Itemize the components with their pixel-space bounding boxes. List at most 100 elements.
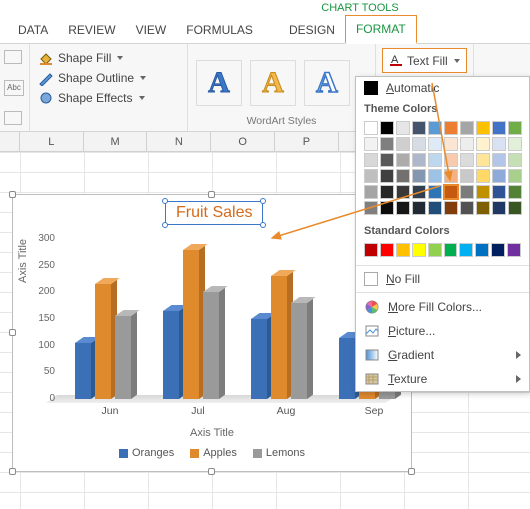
color-swatch[interactable] — [460, 185, 474, 199]
bar[interactable] — [95, 284, 111, 399]
color-swatch[interactable] — [444, 121, 458, 135]
shape-effects-button[interactable]: Shape Effects — [38, 88, 179, 108]
color-swatch[interactable] — [460, 137, 474, 151]
color-swatch[interactable] — [476, 121, 490, 135]
color-swatch[interactable] — [412, 137, 426, 151]
texture-option[interactable]: Texture — [356, 367, 529, 391]
color-swatch[interactable] — [364, 137, 378, 151]
color-swatch[interactable] — [428, 243, 442, 257]
resize-handle[interactable] — [208, 468, 215, 475]
color-swatch[interactable] — [396, 137, 410, 151]
color-swatch[interactable] — [380, 153, 394, 167]
col-header[interactable]: L — [20, 132, 84, 151]
picture-option[interactable]: Picture... — [356, 319, 529, 343]
color-swatch[interactable] — [364, 169, 378, 183]
color-swatch[interactable] — [380, 243, 394, 257]
resize-handle[interactable] — [208, 191, 215, 198]
color-swatch[interactable] — [412, 169, 426, 183]
title-handle[interactable] — [260, 222, 266, 228]
color-swatch[interactable] — [364, 243, 378, 257]
tab-design[interactable]: DESIGN — [279, 17, 345, 43]
more-colors-option[interactable]: More Fill Colors... — [356, 295, 529, 319]
color-swatch[interactable] — [444, 201, 458, 215]
color-swatch[interactable] — [396, 153, 410, 167]
color-swatch[interactable] — [476, 201, 490, 215]
color-swatch[interactable] — [507, 243, 521, 257]
color-swatch[interactable] — [412, 201, 426, 215]
color-swatch[interactable] — [412, 153, 426, 167]
tab-format[interactable]: FORMAT — [345, 15, 417, 44]
color-swatch[interactable] — [396, 201, 410, 215]
color-swatch[interactable] — [380, 137, 394, 151]
color-swatch[interactable] — [444, 243, 458, 257]
color-swatch[interactable] — [412, 243, 426, 257]
color-swatch[interactable] — [428, 185, 442, 199]
color-swatch[interactable] — [428, 137, 442, 151]
color-swatch[interactable] — [460, 153, 474, 167]
color-swatch[interactable] — [492, 169, 506, 183]
col-header[interactable]: M — [84, 132, 148, 151]
resize-handle[interactable] — [9, 191, 16, 198]
no-fill-option[interactable]: No Fill — [356, 268, 529, 290]
chart-legend[interactable]: Oranges Apples Lemons — [13, 447, 411, 459]
color-swatch[interactable] — [508, 185, 522, 199]
color-swatch[interactable] — [508, 121, 522, 135]
tab-review[interactable]: REVIEW — [58, 17, 125, 43]
shape-swatch[interactable] — [4, 111, 22, 125]
color-swatch[interactable] — [428, 121, 442, 135]
title-handle[interactable] — [162, 222, 168, 228]
chart-title[interactable]: Fruit Sales — [165, 201, 263, 225]
wordart-preset[interactable]: A — [304, 60, 350, 106]
color-swatch[interactable] — [444, 185, 458, 199]
bar[interactable] — [251, 319, 267, 399]
color-swatch[interactable] — [444, 137, 458, 151]
color-swatch[interactable] — [491, 243, 505, 257]
color-swatch[interactable] — [428, 153, 442, 167]
bar[interactable] — [271, 276, 287, 399]
legend-item[interactable]: Apples — [190, 447, 237, 459]
color-swatch[interactable] — [492, 137, 506, 151]
col-header[interactable]: N — [147, 132, 211, 151]
col-header[interactable] — [0, 132, 20, 151]
bar[interactable] — [75, 343, 91, 399]
resize-handle[interactable] — [408, 468, 415, 475]
shape-outline-button[interactable]: Shape Outline — [38, 68, 179, 88]
tab-formulas[interactable]: FORMULAS — [176, 17, 263, 43]
color-swatch[interactable] — [396, 121, 410, 135]
color-swatch[interactable] — [364, 121, 378, 135]
color-swatch[interactable] — [508, 153, 522, 167]
color-swatch[interactable] — [364, 201, 378, 215]
color-swatch[interactable] — [492, 153, 506, 167]
resize-handle[interactable] — [9, 468, 16, 475]
color-swatch[interactable] — [412, 121, 426, 135]
color-swatch[interactable] — [396, 185, 410, 199]
col-header[interactable]: P — [275, 132, 339, 151]
color-swatch[interactable] — [476, 169, 490, 183]
legend-item[interactable]: Lemons — [253, 447, 305, 459]
color-swatch[interactable] — [380, 169, 394, 183]
color-swatch[interactable] — [396, 169, 410, 183]
color-swatch[interactable] — [508, 169, 522, 183]
color-swatch[interactable] — [364, 185, 378, 199]
text-fill-button[interactable]: A Text Fill — [382, 48, 467, 73]
color-swatch[interactable] — [380, 185, 394, 199]
color-swatch[interactable] — [460, 201, 474, 215]
color-swatch[interactable] — [475, 243, 489, 257]
y-axis-title[interactable]: Axis Title — [17, 239, 29, 283]
shape-fill-button[interactable]: Shape Fill — [38, 48, 179, 68]
bar[interactable] — [115, 316, 131, 399]
tab-view[interactable]: VIEW — [126, 17, 177, 43]
plot-area[interactable]: JunJulAugSep — [57, 239, 397, 399]
color-swatch[interactable] — [364, 153, 378, 167]
resize-handle[interactable] — [9, 329, 16, 336]
legend-item[interactable]: Oranges — [119, 447, 174, 459]
color-swatch[interactable] — [508, 201, 522, 215]
chart-object[interactable]: Fruit Sales Axis Title JunJulAugSep Axis… — [12, 194, 412, 472]
color-swatch[interactable] — [476, 153, 490, 167]
bar[interactable] — [203, 292, 219, 399]
color-swatch[interactable] — [492, 201, 506, 215]
color-swatch[interactable] — [396, 243, 410, 257]
bar[interactable] — [163, 311, 179, 399]
color-swatch[interactable] — [460, 169, 474, 183]
textbox-icon[interactable]: Abc — [4, 80, 24, 96]
